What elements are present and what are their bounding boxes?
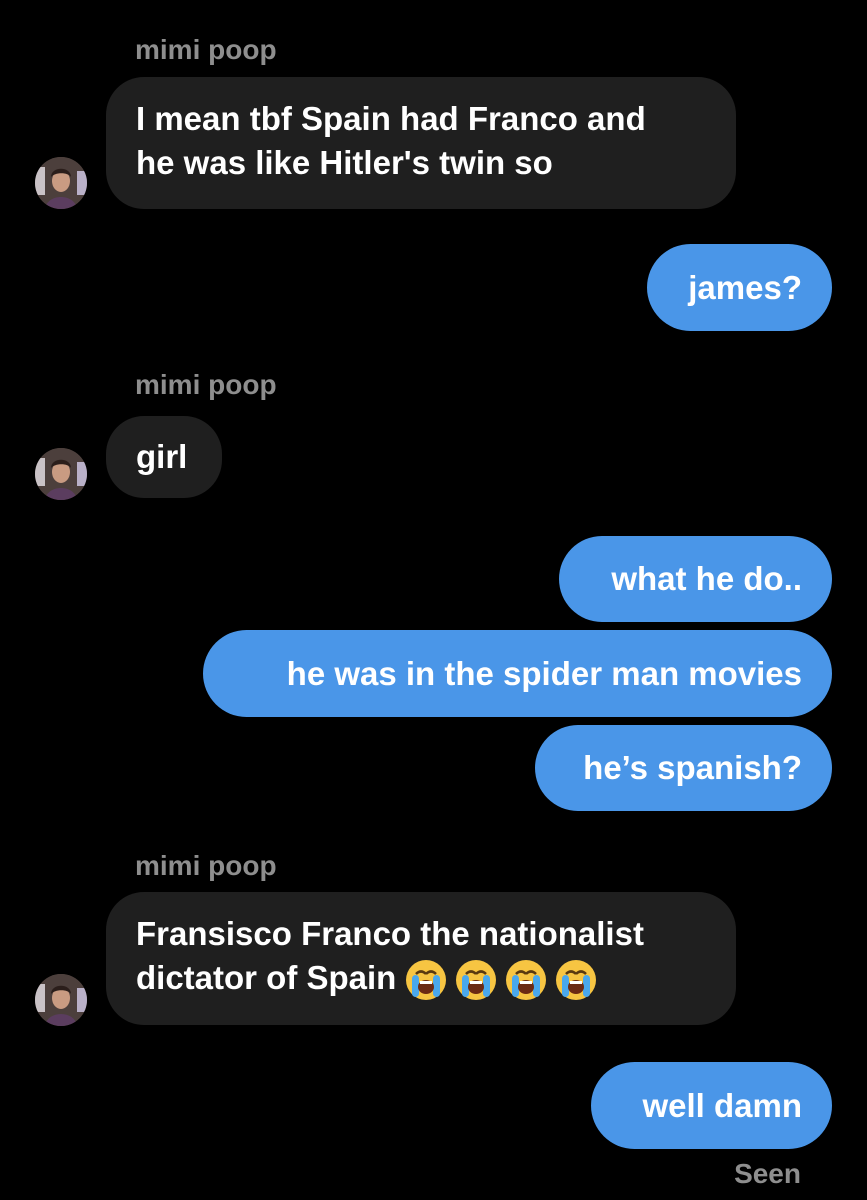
loudly-crying-face-icon: [404, 958, 448, 1002]
sender-name: mimi poop: [135, 34, 277, 65]
message-text-segment: dictator of Spain: [136, 959, 397, 996]
message-text: he’s spanish?: [583, 749, 802, 786]
message-text: well damn: [642, 1086, 802, 1124]
avatar[interactable]: [35, 448, 87, 500]
outgoing-message-bubble[interactable]: what he do..: [559, 536, 832, 622]
incoming-message-bubble[interactable]: girl: [106, 416, 222, 498]
seen-status: Seen: [734, 1158, 801, 1189]
avatar[interactable]: [35, 157, 87, 209]
message-text: what he do..: [611, 560, 802, 597]
loudly-crying-face-icon: [554, 958, 598, 1002]
message-text: he was in the spider man movies: [286, 654, 802, 692]
profile-photo-icon: [35, 448, 87, 500]
sender-name: mimi poop: [135, 369, 277, 400]
message-text-line: I mean tbf Spain had Franco and: [136, 100, 646, 137]
sender-name: mimi poop: [135, 850, 277, 881]
message-text: james?: [688, 268, 802, 306]
message-text-line: Fransisco Franco the nationalist: [136, 915, 644, 952]
incoming-message-bubble[interactable]: Fransisco Franco the nationalist dictato…: [106, 892, 736, 1025]
message-text-line: he was like Hitler's twin so: [136, 144, 553, 181]
loudly-crying-face-icon: [454, 958, 498, 1002]
message-text-line: dictator of Spain: [136, 956, 704, 1002]
outgoing-message-bubble[interactable]: james?: [647, 244, 832, 331]
outgoing-message-bubble[interactable]: well damn: [591, 1062, 832, 1149]
profile-photo-icon: [35, 157, 87, 209]
outgoing-message-bubble[interactable]: he was in the spider man movies: [203, 630, 832, 717]
outgoing-message-bubble[interactable]: he’s spanish?: [535, 725, 832, 811]
profile-photo-icon: [35, 974, 87, 1026]
emoji-row: [404, 958, 598, 1002]
incoming-message-bubble[interactable]: I mean tbf Spain had Franco and he was l…: [106, 77, 736, 209]
message-text-line: girl: [136, 438, 188, 475]
avatar[interactable]: [35, 974, 87, 1026]
loudly-crying-face-icon: [504, 958, 548, 1002]
